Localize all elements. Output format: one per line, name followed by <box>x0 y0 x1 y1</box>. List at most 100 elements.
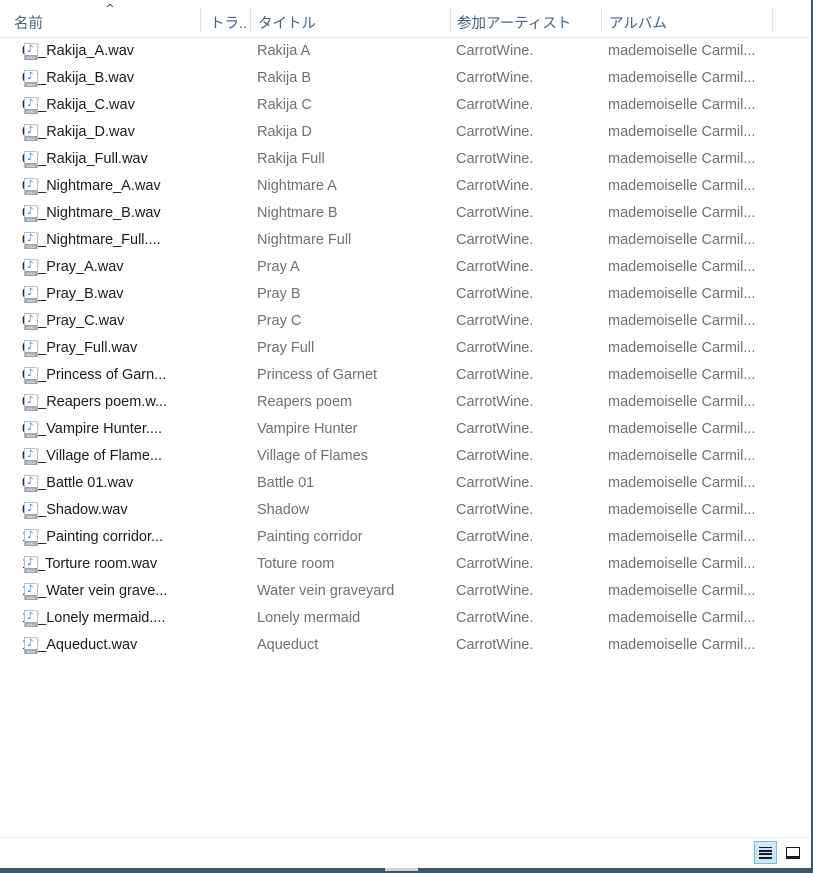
column-divider-track[interactable] <box>200 8 201 32</box>
wav-file-icon: ♪ WAV <box>24 124 39 142</box>
table-row[interactable]: ♪ WAV 03_Pray_A.wav Pray A CarrotWine. mademo… <box>0 254 811 281</box>
cell-track-number <box>200 65 250 92</box>
column-divider-title[interactable] <box>250 8 251 32</box>
cell-file-name[interactable]: ♪ WAV 01_Rakija_C.wav <box>0 92 200 119</box>
cell-contributing-artist: CarrotWine. <box>456 556 534 572</box>
cell-track-number <box>200 254 250 281</box>
table-row[interactable]: ♪ WAV 03_Pray_C.wav Pray C CarrotWine. mademo… <box>0 308 811 335</box>
cell-title: Aqueduct <box>257 637 319 653</box>
horizontal-scrollbar[interactable] <box>0 868 811 871</box>
cell-file-name[interactable]: ♪ WAV 07_Village of Flame... <box>0 443 200 470</box>
table-row[interactable]: ♪ WAV 13_Lonely mermaid.... Lonely mermaid C… <box>0 605 811 632</box>
cell-title: Nightmare B <box>257 205 338 221</box>
cell-file-name[interactable]: ♪ WAV 03_Pray_B.wav <box>0 281 200 308</box>
cell-title: Battle 01 <box>257 475 315 491</box>
table-row[interactable]: ♪ WAV 01_Rakija_Full.wav Rakija Full CarrotW… <box>0 146 811 173</box>
cell-title: Reapers poem <box>257 394 353 410</box>
file-name-text: 12_Water vein grave... <box>22 583 168 599</box>
cell-contributing-artist: CarrotWine. <box>456 70 534 86</box>
table-row[interactable]: ♪ WAV 01_Rakija_A.wav Rakija A CarrotWine. ma… <box>0 38 811 65</box>
cell-file-name[interactable]: ♪ WAV 01_Rakija_A.wav <box>0 38 200 65</box>
column-divider-album[interactable] <box>601 8 602 32</box>
cell-file-name[interactable]: ♪ WAV 10_Painting corridor... <box>0 524 200 551</box>
cell-file-name[interactable]: ♪ WAV 09_Shadow.wav <box>0 497 200 524</box>
cell-file-name[interactable]: ♪ WAV 03_Pray_A.wav <box>0 254 200 281</box>
wav-file-icon: ♪ WAV <box>24 286 39 304</box>
horizontal-scrollbar-thumb[interactable] <box>385 868 418 871</box>
table-row[interactable]: ♪ WAV 03_Pray_Full.wav Pray Full CarrotWine.… <box>0 335 811 362</box>
column-header-track[interactable]: トラ... <box>210 0 248 38</box>
cell-title: Pray A <box>257 259 300 275</box>
cell-file-name[interactable]: ♪ WAV 02_Nightmare_B.wav <box>0 200 200 227</box>
wav-file-icon: ♪ WAV <box>24 232 39 250</box>
file-name-text: 13_Lonely mermaid.... <box>22 610 166 626</box>
file-explorer-window: 名前 ^ トラ... タイトル 参加アーティスト アルバム ♪ WAV 01_Rak… <box>0 0 813 873</box>
table-row[interactable]: ♪ WAV 02_Nightmare_B.wav Nightmare B CarrotW… <box>0 200 811 227</box>
cell-track-number <box>200 389 250 416</box>
cell-title: Water vein graveyard <box>257 583 395 599</box>
cell-album: mademoiselle Carmil... <box>608 232 756 248</box>
column-header-album[interactable]: アルバム <box>609 0 769 38</box>
cell-file-name[interactable]: ♪ WAV 02_Nightmare_A.wav <box>0 173 200 200</box>
table-row[interactable]: ♪ WAV 10_Painting corridor... Painting corr… <box>0 524 811 551</box>
cell-file-name[interactable]: ♪ WAV 02_Nightmare_Full.... <box>0 227 200 254</box>
column-header-artist[interactable]: 参加アーティスト <box>457 0 599 38</box>
wav-file-icon: ♪ WAV <box>24 259 39 277</box>
table-row[interactable]: ♪ WAV 14_Aqueduct.wav Aqueduct CarrotWine. ma… <box>0 632 811 659</box>
cell-file-name[interactable]: ♪ WAV 13_Lonely mermaid.... <box>0 605 200 632</box>
cell-file-name[interactable]: ♪ WAV 14_Aqueduct.wav <box>0 632 200 659</box>
table-row[interactable]: ♪ WAV 09_Shadow.wav Shadow CarrotWine. mademo… <box>0 497 811 524</box>
cell-contributing-artist: CarrotWine. <box>456 124 534 140</box>
column-header-artist-label: 参加アーティスト <box>457 15 572 32</box>
cell-contributing-artist: CarrotWine. <box>456 178 534 194</box>
cell-track-number <box>200 200 250 227</box>
cell-track-number <box>200 92 250 119</box>
cell-track-number <box>200 281 250 308</box>
cell-track-number <box>200 470 250 497</box>
table-row[interactable]: ♪ WAV 07_Village of Flame... Village of Fla… <box>0 443 811 470</box>
table-row[interactable]: ♪ WAV 11_Torture room.wav Toture room Carrot… <box>0 551 811 578</box>
cell-file-name[interactable]: ♪ WAV 12_Water vein grave... <box>0 578 200 605</box>
cell-contributing-artist: CarrotWine. <box>456 340 534 356</box>
cell-track-number <box>200 335 250 362</box>
column-divider-end[interactable] <box>772 8 773 32</box>
details-view-button[interactable] <box>754 841 777 864</box>
cell-file-name[interactable]: ♪ WAV 11_Torture room.wav <box>0 551 200 578</box>
cell-file-name[interactable]: ♪ WAV 08_Battle 01.wav <box>0 470 200 497</box>
file-list[interactable]: ♪ WAV 01_Rakija_A.wav Rakija A CarrotWine. ma… <box>0 38 811 837</box>
cell-track-number <box>200 632 250 659</box>
cell-contributing-artist: CarrotWine. <box>456 394 534 410</box>
cell-contributing-artist: CarrotWine. <box>456 367 534 383</box>
column-header-title-label: タイトル <box>258 15 316 32</box>
cell-file-name[interactable]: ♪ WAV 01_Rakija_B.wav <box>0 65 200 92</box>
table-row[interactable]: ♪ WAV 08_Battle 01.wav Battle 01 CarrotWine.… <box>0 470 811 497</box>
table-row[interactable]: ♪ WAV 01_Rakija_B.wav Rakija B CarrotWine. ma… <box>0 65 811 92</box>
cell-file-name[interactable]: ♪ WAV 06_Vampire Hunter.... <box>0 416 200 443</box>
table-row[interactable]: ♪ WAV 06_Vampire Hunter.... Vampire Hunter C… <box>0 416 811 443</box>
cell-file-name[interactable]: ♪ WAV 03_Pray_C.wav <box>0 308 200 335</box>
file-name-text: 07_Village of Flame... <box>22 448 162 464</box>
cell-file-name[interactable]: ♪ WAV 04_Princess of Garn... <box>0 362 200 389</box>
cell-album: mademoiselle Carmil... <box>608 70 756 86</box>
column-header-title[interactable]: タイトル <box>258 0 448 38</box>
table-row[interactable]: ♪ WAV 12_Water vein grave... Water vein gra… <box>0 578 811 605</box>
table-row[interactable]: ♪ WAV 01_Rakija_D.wav Rakija D CarrotWine. ma… <box>0 119 811 146</box>
column-divider-artist[interactable] <box>450 8 451 32</box>
cell-contributing-artist: CarrotWine. <box>456 583 534 599</box>
cell-file-name[interactable]: ♪ WAV 01_Rakija_D.wav <box>0 119 200 146</box>
table-row[interactable]: ♪ WAV 01_Rakija_C.wav Rakija C CarrotWine. ma… <box>0 92 811 119</box>
table-row[interactable]: ♪ WAV 04_Princess of Garn... Princess of Ga… <box>0 362 811 389</box>
cell-file-name[interactable]: ♪ WAV 01_Rakija_Full.wav <box>0 146 200 173</box>
cell-file-name[interactable]: ♪ WAV 03_Pray_Full.wav <box>0 335 200 362</box>
cell-file-name[interactable]: ♪ WAV 05_Reapers poem.w... <box>0 389 200 416</box>
table-row[interactable]: ♪ WAV 02_Nightmare_Full.... Nightmare Full C… <box>0 227 811 254</box>
column-header-track-label: トラ... <box>210 15 248 32</box>
table-row[interactable]: ♪ WAV 05_Reapers poem.w... Reapers poem Carr… <box>0 389 811 416</box>
wav-file-icon: ♪ WAV <box>24 502 39 520</box>
table-row[interactable]: ♪ WAV 02_Nightmare_A.wav Nightmare A CarrotW… <box>0 173 811 200</box>
cell-contributing-artist: CarrotWine. <box>456 151 534 167</box>
table-row[interactable]: ♪ WAV 03_Pray_B.wav Pray B CarrotWine. mademo… <box>0 281 811 308</box>
large-icons-view-button[interactable] <box>781 841 804 864</box>
cell-album: mademoiselle Carmil... <box>608 448 756 464</box>
cell-album: mademoiselle Carmil... <box>608 286 756 302</box>
